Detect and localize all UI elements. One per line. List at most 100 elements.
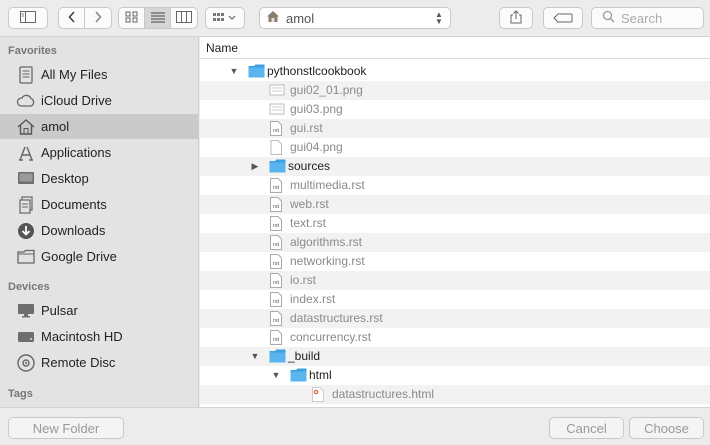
chevron-updown-icon: ▲ ▼ (435, 10, 443, 26)
display-icon (16, 301, 36, 321)
tag-button[interactable] (543, 7, 583, 29)
svg-text:rst: rst (273, 185, 280, 191)
cancel-button[interactable]: Cancel (549, 417, 624, 439)
sidebar-item-remote-disc[interactable]: Remote Disc (0, 350, 198, 375)
sidebar-item-all-my-files[interactable]: All My Files (0, 62, 198, 87)
file-row[interactable]: rst text.rst (200, 214, 710, 233)
column-header-label: Name (206, 40, 239, 55)
rst-file-icon: rst (269, 292, 285, 307)
file-row[interactable]: rst io.rst (200, 271, 710, 290)
view-mode-control (118, 7, 198, 29)
file-row[interactable]: gui03.png (200, 100, 710, 119)
sidebar-item-desktop[interactable]: Desktop (0, 166, 198, 191)
folder-row[interactable]: ▶ sources (200, 157, 710, 176)
sidebar-item-label: Downloads (41, 223, 106, 238)
new-folder-button[interactable]: New Folder (8, 417, 124, 439)
file-name: pythonstlcookbook (267, 64, 367, 78)
rst-file-icon: rst (269, 330, 285, 345)
sidebar-item-downloads[interactable]: Downloads (0, 218, 198, 243)
sidebar-item-applications[interactable]: Applications (0, 140, 198, 165)
sidebar-item-pulsar[interactable]: Pulsar (0, 298, 198, 323)
group-by-icon (212, 11, 238, 26)
column-view-icon (176, 10, 192, 26)
svg-text:rst: rst (273, 223, 280, 229)
file-row[interactable]: rst algorithms.rst (200, 233, 710, 252)
sidebar-item-icloud-drive[interactable]: iCloud Drive (0, 88, 198, 113)
sidebar-item-label: Applications (41, 145, 112, 160)
file-name: datastructures.html (332, 387, 435, 401)
file-row[interactable]: gui02_01.png (200, 81, 710, 100)
disclosure-expanded-icon[interactable]: ▼ (250, 351, 260, 361)
svg-text:rst: rst (273, 318, 280, 324)
folder-row[interactable]: ▼ html (200, 366, 710, 385)
folder-row[interactable]: ▼ pythonstlcookbook (200, 62, 710, 81)
svg-text:rst: rst (273, 204, 280, 210)
forward-icon (94, 10, 102, 26)
home-icon (16, 117, 36, 137)
file-row[interactable]: rst multimedia.rst (200, 176, 710, 195)
list-view-button[interactable] (145, 8, 171, 28)
rst-file-icon: rst (269, 121, 285, 136)
forward-button[interactable] (85, 8, 111, 28)
share-icon (510, 9, 522, 27)
sidebar-item-amol[interactable]: amol (0, 114, 198, 139)
disclosure-expanded-icon[interactable]: ▼ (271, 370, 281, 380)
sidebar-item-documents[interactable]: Documents (0, 192, 198, 217)
hard-drive-icon (16, 327, 36, 347)
rst-file-icon: rst (269, 311, 285, 326)
icon-view-button[interactable] (119, 8, 145, 28)
rst-file-icon: rst (269, 235, 285, 250)
group-by-button[interactable] (205, 7, 245, 29)
folder-row[interactable]: ▼ _build (200, 347, 710, 366)
svg-text:rst: rst (273, 242, 280, 248)
location-select[interactable]: amol ▲ ▼ (259, 7, 451, 29)
disc-icon (16, 353, 36, 373)
disclosure-expanded-icon[interactable]: ▼ (229, 66, 239, 76)
all-files-icon (16, 65, 36, 85)
file-row[interactable]: rst networking.rst (200, 252, 710, 271)
file-name: text.rst (290, 216, 327, 230)
file-row[interactable]: rst web.rst (200, 195, 710, 214)
sidebar-item-label: Google Drive (41, 249, 117, 264)
toolbar: amol ▲ ▼ Search (0, 0, 710, 37)
back-button[interactable] (59, 8, 85, 28)
file-name: gui03.png (290, 102, 343, 116)
file-name: networking.rst (290, 254, 365, 268)
file-name: gui02_01.png (290, 83, 363, 97)
choose-button[interactable]: Choose (629, 417, 704, 439)
file-name: gui04.png (290, 140, 343, 154)
tag-icon (553, 11, 573, 26)
sidebar-item-label: Remote Disc (41, 355, 116, 370)
file-row[interactable]: datastructures.html (200, 385, 710, 404)
image-file-icon (269, 102, 285, 117)
file-name: index.rst (290, 292, 336, 306)
search-field[interactable]: Search (591, 7, 704, 29)
folder-icon (248, 64, 265, 79)
home-icon (266, 10, 280, 26)
desktop-icon (16, 169, 36, 189)
column-header-name[interactable]: Name (200, 37, 710, 59)
file-row[interactable]: rst index.rst (200, 290, 710, 309)
sidebar-item-label: amol (41, 119, 70, 134)
folder-icon (269, 349, 286, 364)
disclosure-collapsed-icon[interactable]: ▶ (250, 161, 260, 171)
sidebar-toggle-button[interactable] (8, 7, 48, 29)
file-row[interactable]: gui04.png (200, 138, 710, 157)
file-row[interactable]: rst concurrency.rst (200, 328, 710, 347)
sidebar-item-google-drive[interactable]: Google Drive (0, 244, 198, 269)
location-label: amol (286, 10, 315, 26)
rst-file-icon: rst (269, 254, 285, 269)
share-button[interactable] (499, 7, 533, 29)
search-icon (602, 10, 615, 26)
sidebar-item-macintosh-hd[interactable]: Macintosh HD (0, 324, 198, 349)
column-view-button[interactable] (171, 8, 197, 28)
file-row[interactable]: rst gui.rst (200, 119, 710, 138)
sidebar-item-label: Macintosh HD (41, 329, 123, 344)
folder-icon (16, 247, 36, 267)
file-name: sources (288, 159, 331, 173)
documents-icon (16, 195, 36, 215)
svg-text:rst: rst (273, 280, 280, 286)
footer: New Folder Cancel Choose (0, 407, 710, 445)
file-list: Name ▼ pythonstlcookbook gui02_01.png gui03… (200, 37, 710, 407)
file-row[interactable]: rst datastructures.rst (200, 309, 710, 328)
